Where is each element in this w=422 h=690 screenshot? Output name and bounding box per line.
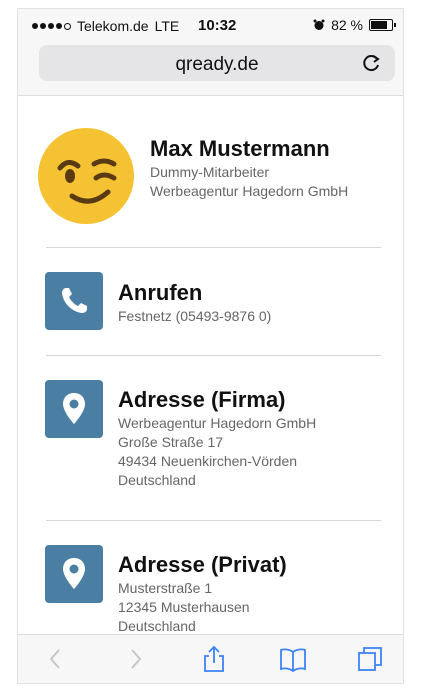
company-address-title[interactable]: Adresse (Firma) <box>118 387 286 413</box>
private-address-title[interactable]: Adresse (Privat) <box>118 552 287 578</box>
contact-title: Dummy-Mitarbeiter <box>150 164 270 180</box>
company-address-lines: Werbeagentur Hagedorn GmbH Große Straße … <box>118 414 316 490</box>
map-pin-icon[interactable] <box>45 380 103 438</box>
winking-face-avatar-icon <box>38 128 134 224</box>
contact-role: Dummy-Mitarbeiter Werbeagentur Hagedorn … <box>150 163 348 201</box>
battery-percent: 82 % <box>331 17 363 33</box>
address-line: Deutschland <box>118 472 196 488</box>
phone-screen: Telekom.de LTE 10:32 82 % qready.de Max … <box>17 8 404 684</box>
status-left: Telekom.de LTE <box>32 18 179 34</box>
address-line: 12345 Musterhausen <box>118 599 250 615</box>
alarm-icon <box>313 19 325 30</box>
private-address-lines: Musterstraße 1 12345 Musterhausen Deutsc… <box>118 579 250 636</box>
call-number[interactable]: Festnetz (05493-9876 0) <box>118 307 271 326</box>
address-line: 49434 Neuenkirchen-Vörden <box>118 453 298 469</box>
share-icon[interactable] <box>200 645 228 673</box>
back-icon[interactable] <box>42 645 70 673</box>
battery-icon <box>369 19 396 31</box>
url-text: qready.de <box>175 54 259 75</box>
contact-name: Max Mustermann <box>150 136 330 161</box>
signal-strength-icon <box>32 22 71 30</box>
address-line: Werbeagentur Hagedorn GmbH <box>118 415 317 431</box>
tabs-icon[interactable] <box>356 645 384 673</box>
phone-icon[interactable] <box>45 272 103 330</box>
browser-chrome: qready.de <box>18 37 403 96</box>
address-line: Musterstraße 1 <box>118 580 213 596</box>
forward-icon[interactable] <box>121 645 149 673</box>
map-pin-icon[interactable] <box>45 545 103 603</box>
contact-company: Werbeagentur Hagedorn GmbH <box>150 183 349 199</box>
divider <box>46 355 381 356</box>
address-line: Große Straße 17 <box>118 434 224 450</box>
address-bar[interactable]: qready.de <box>39 45 395 81</box>
status-right: 82 % <box>313 17 396 33</box>
divider <box>46 520 381 521</box>
clock: 10:32 <box>198 17 237 34</box>
divider <box>46 247 381 248</box>
network-type: LTE <box>154 18 180 34</box>
status-bar: Telekom.de LTE 10:32 82 % <box>18 9 403 37</box>
carrier-name: Telekom.de <box>77 18 149 34</box>
reload-icon[interactable] <box>361 52 383 74</box>
bookmarks-icon[interactable] <box>279 645 307 673</box>
page-content: Max Mustermann Dummy-Mitarbeiter Werbeag… <box>18 96 403 637</box>
call-title[interactable]: Anrufen <box>118 280 202 306</box>
browser-toolbar <box>18 634 403 683</box>
